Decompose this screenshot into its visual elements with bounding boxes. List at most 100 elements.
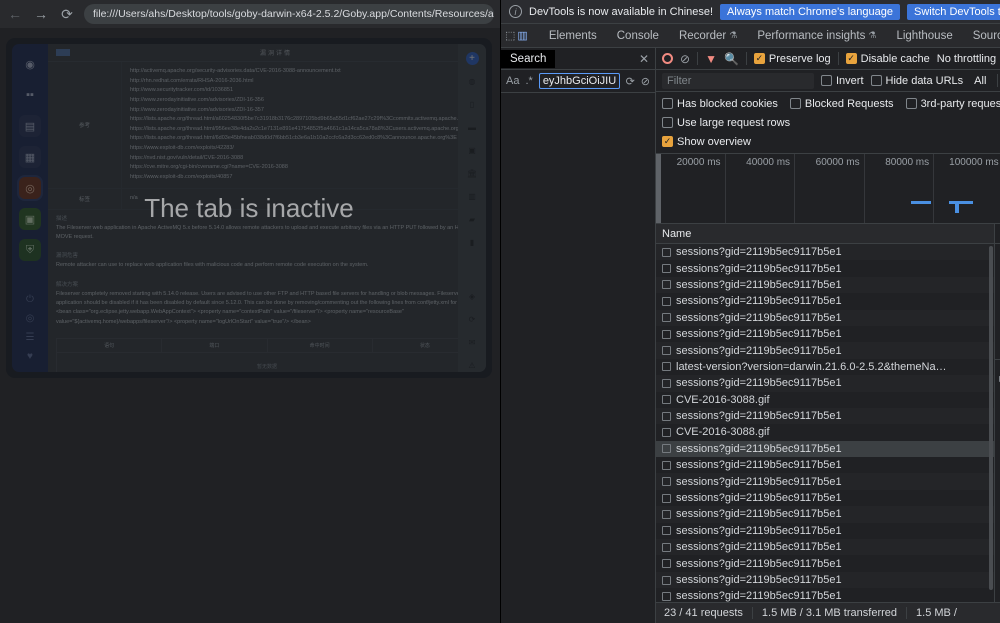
- overview-request-bar: [949, 201, 973, 204]
- tab-lighthouse[interactable]: Lighthouse: [887, 27, 961, 45]
- close-icon[interactable]: ✕: [633, 52, 655, 66]
- switch-to-chinese-button[interactable]: Switch DevTools to Chinese: [907, 4, 1000, 20]
- third-party-requests-checkbox[interactable]: 3rd-party requests: [906, 98, 1000, 110]
- request-row[interactable]: sessions?gid=2119b5ec9117b5e1: [656, 441, 994, 457]
- request-row[interactable]: sessions?gid=2119b5ec9117b5e1: [656, 539, 994, 555]
- request-row-checkbox[interactable]: [662, 379, 671, 388]
- request-row-checkbox[interactable]: [662, 330, 671, 339]
- request-row-checkbox[interactable]: [662, 280, 671, 289]
- request-rows[interactable]: sessions?gid=2119b5ec9117b5e1sessions?gi…: [656, 244, 994, 602]
- request-row[interactable]: sessions?gid=2119b5ec9117b5e1: [656, 260, 994, 276]
- request-row[interactable]: sessions?gid=2119b5ec9117b5e1: [656, 310, 994, 326]
- request-row[interactable]: sessions?gid=2119b5ec9117b5e1: [656, 555, 994, 571]
- request-row[interactable]: CVE-2016-3088.gif: [656, 424, 994, 440]
- request-row[interactable]: sessions?gid=2119b5ec9117b5e1: [656, 457, 994, 473]
- match-case-toggle[interactable]: Aa: [506, 75, 519, 87]
- tab-performance-insights[interactable]: Performance insights⚗: [748, 27, 885, 45]
- request-row-checkbox[interactable]: [662, 428, 671, 437]
- tab-label: Elements: [549, 30, 597, 42]
- request-row-checkbox[interactable]: [662, 461, 671, 470]
- request-row[interactable]: sessions?gid=2119b5ec9117b5e1: [656, 506, 994, 522]
- large-rows-label: Use large request rows: [677, 117, 790, 129]
- request-row[interactable]: sessions?gid=2119b5ec9117b5e1: [656, 277, 994, 293]
- clear-icon[interactable]: ⊘: [680, 52, 690, 66]
- request-row-checkbox[interactable]: [662, 248, 671, 257]
- device-toolbar-icon[interactable]: ▥: [517, 26, 527, 46]
- request-row-checkbox[interactable]: [662, 264, 671, 273]
- request-row-checkbox[interactable]: [662, 510, 671, 519]
- match-chrome-language-button[interactable]: Always match Chrome's language: [720, 4, 900, 20]
- tab-console[interactable]: Console: [608, 27, 668, 45]
- general-group-header[interactable]: ▼General: [995, 246, 1000, 264]
- request-row-checkbox[interactable]: [662, 297, 671, 306]
- has-blocked-cookies-checkbox[interactable]: Has blocked cookies: [662, 98, 778, 110]
- network-options-row-1: Has blocked cookies Blocked Requests 3rd…: [662, 94, 1000, 113]
- request-row-checkbox[interactable]: [662, 526, 671, 535]
- checkbox-box: ✓: [662, 136, 673, 147]
- request-row[interactable]: sessions?gid=2119b5ec9117b5e1: [656, 293, 994, 309]
- request-row-checkbox[interactable]: [662, 395, 671, 404]
- filter-type-all[interactable]: All: [970, 74, 990, 88]
- request-row[interactable]: sessions?gid=2119b5ec9117b5e1: [656, 408, 994, 424]
- request-headers-group[interactable]: ▼Request Heade: [995, 393, 1000, 423]
- invert-checkbox[interactable]: Invert: [821, 75, 864, 87]
- request-row-checkbox[interactable]: [662, 313, 671, 322]
- search-input[interactable]: eyJhbGciOiJIU: [539, 73, 620, 89]
- checkbox-box: [906, 98, 917, 109]
- request-details-pane: ✕ Headers ▼General Request URL: Request …: [995, 224, 1000, 602]
- forward-arrow-icon[interactable]: →: [32, 5, 50, 23]
- request-row-checkbox[interactable]: [662, 412, 671, 421]
- request-row-checkbox[interactable]: [662, 444, 671, 453]
- blocked-requests-checkbox[interactable]: Blocked Requests: [790, 98, 894, 110]
- show-overview-checkbox[interactable]: ✓ Show overview: [662, 136, 751, 148]
- request-row-checkbox[interactable]: [662, 576, 671, 585]
- back-arrow-icon[interactable]: ←: [6, 5, 24, 23]
- tab-elements[interactable]: Elements: [540, 27, 606, 45]
- devtools-panes: Search ✕ Aa .* eyJhbGciOiJIU ⟳ ⊘ ⊘: [501, 48, 1000, 623]
- request-row[interactable]: sessions?gid=2119b5ec9117b5e1: [656, 326, 994, 342]
- request-row-checkbox[interactable]: [662, 543, 671, 552]
- preserve-log-checkbox[interactable]: ✓Preserve log: [754, 53, 831, 65]
- column-header-name: Name: [662, 228, 691, 240]
- request-row-checkbox[interactable]: [662, 592, 671, 601]
- reload-icon[interactable]: ⟳: [58, 5, 76, 23]
- request-row[interactable]: CVE-2016-3088.gif: [656, 392, 994, 408]
- disable-cache-checkbox[interactable]: ✓Disable cache: [846, 53, 930, 65]
- search-controls: Aa .* eyJhbGciOiJIU ⟳ ⊘: [501, 70, 655, 93]
- request-row-checkbox[interactable]: [662, 362, 671, 371]
- close-icon[interactable]: ✕: [995, 227, 1000, 240]
- record-icon[interactable]: [662, 53, 673, 64]
- filter-icon[interactable]: ▼: [705, 52, 717, 66]
- request-row-checkbox[interactable]: [662, 477, 671, 486]
- address-input[interactable]: file:///Users/ahs/Desktop/tools/goby-dar…: [84, 4, 494, 24]
- throttling-select[interactable]: No throttling: [937, 53, 996, 65]
- request-row-checkbox[interactable]: [662, 559, 671, 568]
- hide-data-urls-checkbox[interactable]: Hide data URLs: [871, 75, 964, 87]
- request-row[interactable]: sessions?gid=2119b5ec9117b5e1: [656, 588, 994, 602]
- network-overview-timeline[interactable]: 20000 ms 40000 ms 60000 ms 80000 ms 1000…: [656, 154, 1000, 224]
- refresh-icon[interactable]: ⟳: [626, 75, 635, 88]
- overview-left-handle[interactable]: [656, 154, 661, 223]
- regex-toggle[interactable]: .*: [525, 75, 532, 87]
- request-row[interactable]: sessions?gid=2119b5ec9117b5e1: [656, 490, 994, 506]
- request-row[interactable]: sessions?gid=2119b5ec9117b5e1: [656, 342, 994, 358]
- request-row-checkbox[interactable]: [662, 346, 671, 355]
- overview-request-bar: [911, 201, 931, 204]
- response-headers-group[interactable]: ▶Response Head: [995, 363, 1000, 393]
- request-row[interactable]: sessions?gid=2119b5ec9117b5e1: [656, 244, 994, 260]
- inspect-element-icon[interactable]: ⬚: [505, 26, 515, 46]
- filter-input[interactable]: Filter: [662, 73, 814, 89]
- show-overview-label: Show overview: [677, 136, 751, 148]
- request-row[interactable]: latest-version?version=darwin.21.6.0-2.5…: [656, 359, 994, 375]
- request-list-scrollbar[interactable]: [989, 246, 993, 590]
- search-icon[interactable]: 🔍: [724, 52, 739, 66]
- large-rows-checkbox[interactable]: Use large request rows: [662, 117, 790, 129]
- request-row[interactable]: sessions?gid=2119b5ec9117b5e1: [656, 523, 994, 539]
- request-row-checkbox[interactable]: [662, 494, 671, 503]
- clear-icon[interactable]: ⊘: [641, 75, 650, 88]
- tab-sources[interactable]: Sources: [964, 27, 1000, 45]
- request-row[interactable]: sessions?gid=2119b5ec9117b5e1: [656, 375, 994, 391]
- request-row[interactable]: sessions?gid=2119b5ec9117b5e1: [656, 572, 994, 588]
- request-row[interactable]: sessions?gid=2119b5ec9117b5e1: [656, 473, 994, 489]
- tab-recorder[interactable]: Recorder⚗: [670, 27, 746, 45]
